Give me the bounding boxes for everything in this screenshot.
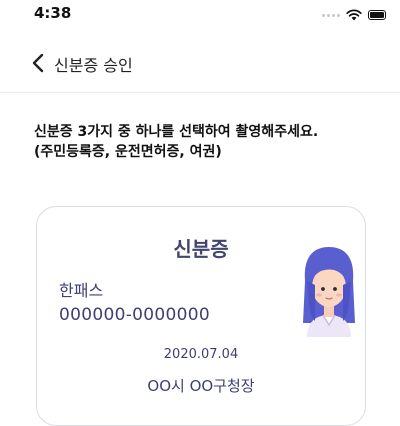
status-time: 4:38 [34, 4, 72, 22]
chevron-left-icon [32, 53, 44, 73]
page-title: 신분증 승인 [54, 56, 133, 75]
instruction-text: 신분증 3가지 중 하나를 선택하여 촬영해주세요. (주민등록증, 운전면허증… [34, 122, 384, 162]
card-issue-date: 2020.07.04 [163, 347, 239, 362]
back-button[interactable] [28, 50, 50, 76]
nav-bar: 신분증 승인 [0, 46, 400, 82]
status-icons [322, 9, 386, 21]
header-divider [0, 92, 400, 93]
card-issuer: OO시 OO구청장 [147, 377, 255, 395]
instruction-line-1: 신분증 3가지 중 하나를 선택하여 촬영해주세요. [34, 124, 319, 140]
card-holder-name: 한패스 [59, 281, 104, 300]
battery-icon [368, 10, 386, 20]
id-photo-avatar [303, 247, 355, 337]
signal-icon [322, 13, 340, 17]
status-bar: 4:38 [0, 0, 400, 30]
wifi-icon [346, 9, 362, 21]
instruction-line-2: (주민등록증, 운전면허증, 여권) [34, 144, 222, 160]
id-card-option[interactable]: 신분증 한패스 000000-0000000 2020.07.04 OO시 OO… [36, 206, 366, 426]
card-id-number: 000000-0000000 [59, 305, 210, 325]
